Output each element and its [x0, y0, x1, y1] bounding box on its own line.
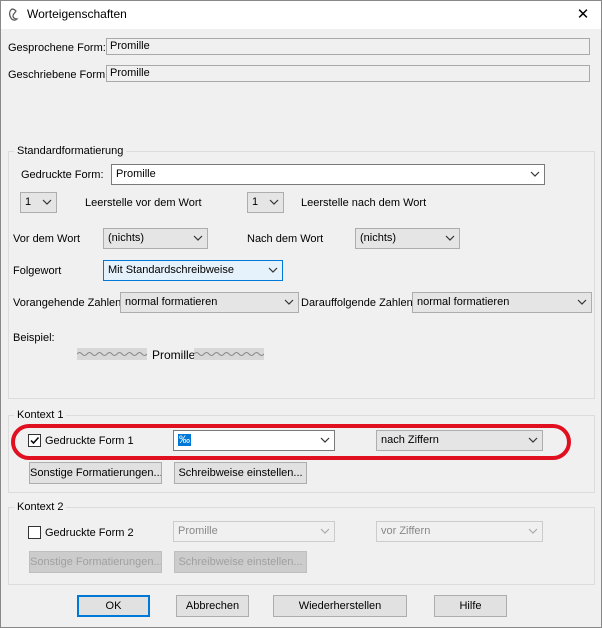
preceding-numbers-value: normal formatieren: [125, 296, 218, 308]
ok-button[interactable]: OK: [77, 595, 150, 617]
chevron-down-icon: [192, 229, 204, 248]
window-title: Worteigenschaften: [27, 7, 127, 21]
chevron-down-icon: [527, 522, 539, 541]
restore-button[interactable]: Wiederherstellen: [273, 595, 407, 617]
help-button[interactable]: Hilfe: [434, 595, 507, 617]
chevron-down-icon: [41, 193, 53, 212]
word-properties-dialog: Worteigenschaften ✕ Gesprochene Form: Pr…: [0, 0, 602, 628]
context1-other-formatting-button[interactable]: Sonstige Formatierungen...: [29, 462, 162, 484]
space-before-value: 1: [25, 196, 32, 208]
spoken-form-label: Gesprochene Form:: [8, 42, 106, 54]
written-form-field: Promille: [106, 65, 590, 82]
chevron-down-icon: [444, 229, 456, 248]
after-word-label: Nach dem Wort: [247, 233, 324, 245]
example-label: Beispiel:: [13, 332, 55, 344]
space-before-label: Leerstelle vor dem Wort: [85, 197, 202, 209]
context1-checkbox-label: Gedruckte Form 1: [45, 435, 134, 447]
space-after-value: 1: [252, 196, 259, 208]
before-word-value: (nichts): [108, 232, 145, 244]
printed-form-value: Promille: [116, 168, 156, 180]
printed-form-combo[interactable]: Promille: [111, 164, 545, 185]
chevron-down-icon: [529, 165, 541, 184]
example-word: Promille: [152, 348, 196, 362]
printed-form-label: Gedruckte Form:: [21, 169, 104, 181]
space-after-select[interactable]: 1: [247, 192, 284, 213]
context1-checkbox[interactable]: [28, 434, 41, 447]
standard-formatting-group: [8, 151, 595, 399]
cancel-button[interactable]: Abbrechen: [176, 595, 249, 617]
chevron-down-icon: [268, 193, 280, 212]
context2-form-value: Promille: [178, 525, 218, 537]
spoken-form-field: Promille: [106, 38, 590, 55]
chevron-down-icon: [283, 293, 295, 312]
followword-value: Mit Standardschreibweise: [108, 264, 234, 276]
context2-position-value: vor Ziffern: [381, 525, 431, 537]
following-numbers-label: Darauffolgende Zahlen: [301, 297, 413, 309]
context1-position-value: nach Ziffern: [381, 434, 439, 446]
context2-checkbox[interactable]: [28, 526, 41, 539]
context2-checkbox-label: Gedruckte Form 2: [45, 527, 134, 539]
context2-title: Kontext 2: [14, 501, 67, 513]
wave-placeholder-icon: [76, 348, 148, 360]
following-numbers-select[interactable]: normal formatieren: [412, 292, 592, 313]
wave-placeholder-icon: [193, 348, 265, 360]
context2-other-formatting-button[interactable]: Sonstige Formatierungen...: [29, 551, 162, 573]
context1-form-combo[interactable]: ‰: [173, 430, 335, 451]
chevron-down-icon: [576, 293, 588, 312]
before-word-select[interactable]: (nichts): [103, 228, 208, 249]
app-icon: [7, 7, 21, 23]
space-before-select[interactable]: 1: [20, 192, 57, 213]
title-bar: Worteigenschaften ✕: [1, 1, 601, 29]
chevron-down-icon: [319, 522, 331, 541]
after-word-select[interactable]: (nichts): [355, 228, 460, 249]
context2-form-combo[interactable]: Promille: [173, 521, 335, 542]
space-after-label: Leerstelle nach dem Wort: [301, 197, 427, 209]
close-button[interactable]: ✕: [571, 4, 595, 26]
followword-label: Folgewort: [13, 265, 62, 277]
standard-formatting-title: Standardformatierung: [14, 145, 127, 157]
context2-group: [8, 507, 595, 585]
chevron-down-icon: [319, 431, 331, 450]
followword-select[interactable]: Mit Standardschreibweise: [103, 260, 283, 281]
context1-spelling-button[interactable]: Schreibweise einstellen...: [174, 462, 307, 484]
context2-position-select[interactable]: vor Ziffern: [376, 521, 543, 542]
chevron-down-icon: [267, 261, 279, 280]
preceding-numbers-select[interactable]: normal formatieren: [120, 292, 299, 313]
written-form-label: Geschriebene Form:: [8, 69, 109, 81]
chevron-down-icon: [527, 431, 539, 450]
context1-form-value: ‰: [178, 434, 191, 446]
preceding-numbers-label: Vorangehende Zahlen: [13, 297, 122, 309]
checkmark-icon: [30, 436, 40, 445]
context1-title: Kontext 1: [14, 409, 67, 421]
before-word-label: Vor dem Wort: [13, 233, 81, 245]
context2-spelling-button[interactable]: Schreibweise einstellen...: [174, 551, 307, 573]
context1-position-select[interactable]: nach Ziffern: [376, 430, 543, 451]
after-word-value: (nichts): [360, 232, 397, 244]
following-numbers-value: normal formatieren: [417, 296, 510, 308]
